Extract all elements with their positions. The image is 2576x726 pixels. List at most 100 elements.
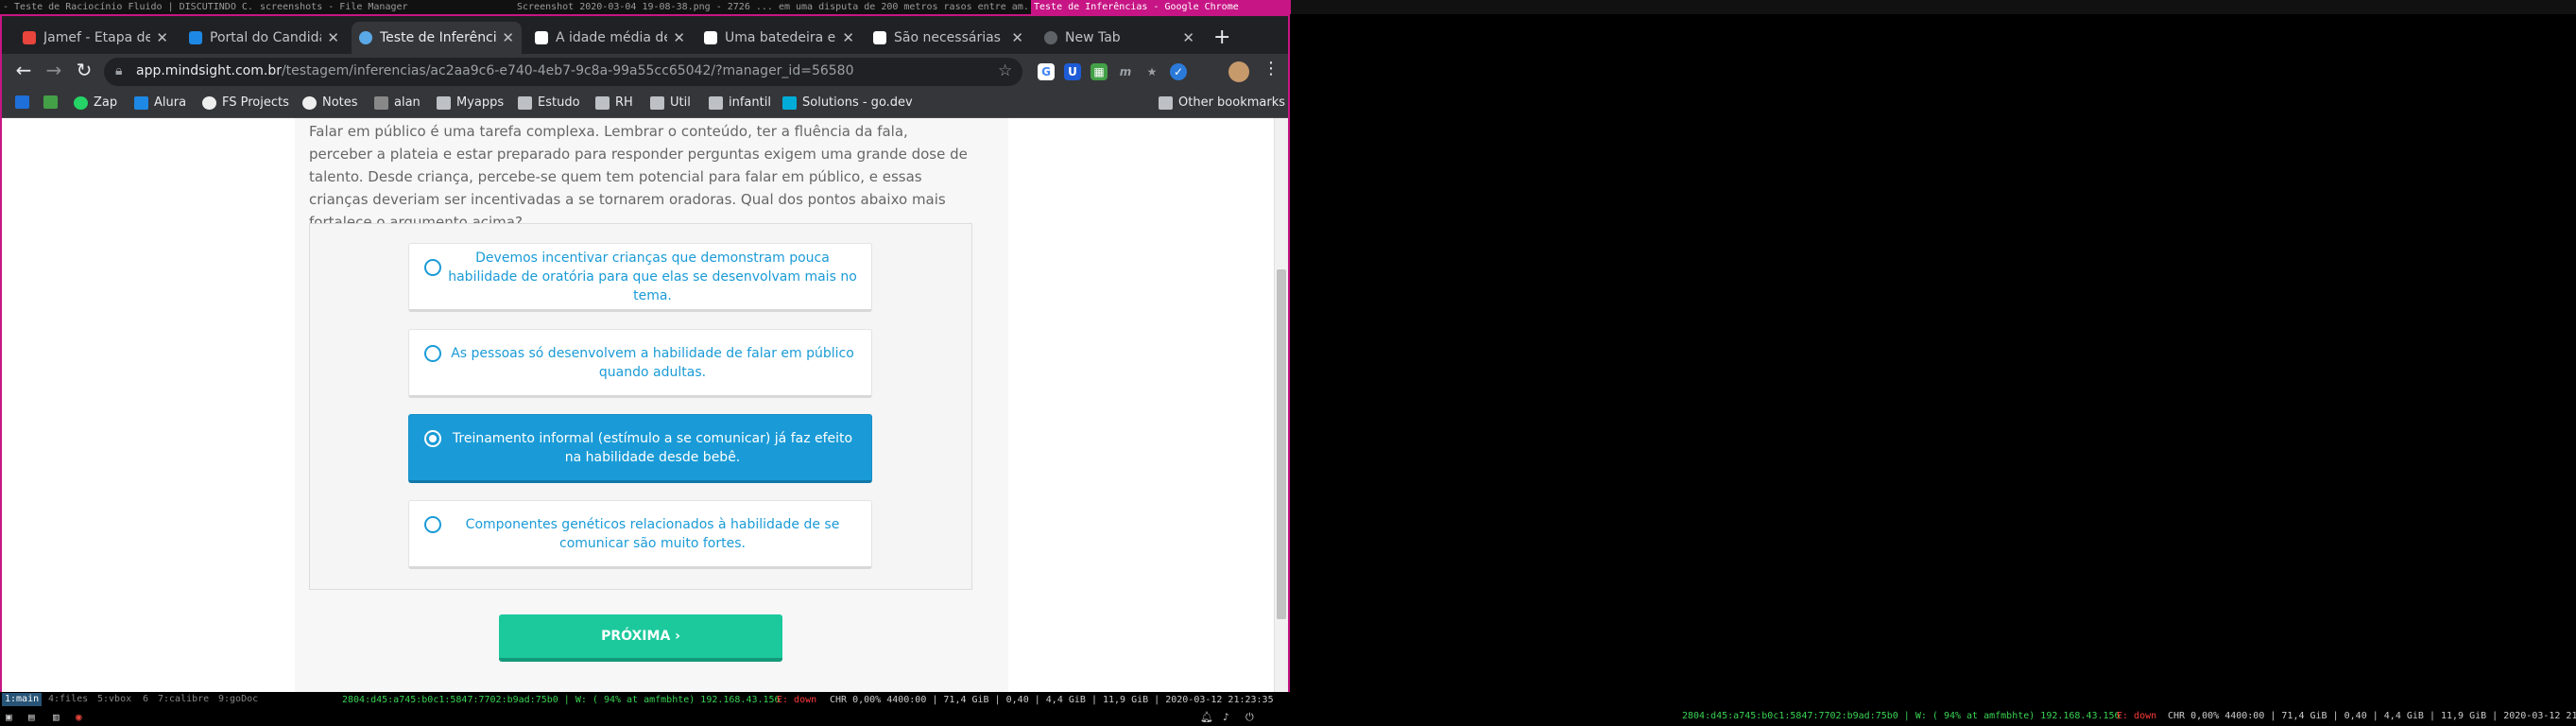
app-launcher-icon[interactable]: ▣	[6, 711, 12, 723]
bookmark-alan[interactable]: alan	[374, 95, 421, 110]
tab-idade-media[interactable]: A idade média de P ✕	[527, 22, 693, 54]
close-icon[interactable]: ✕	[156, 29, 168, 46]
bookmark-notes[interactable]: Notes	[302, 95, 358, 110]
profile-avatar[interactable]	[1228, 61, 1249, 82]
bookmark-folder-rh[interactable]: RH	[595, 95, 633, 110]
tab-new-tab[interactable]: New Tab ✕	[1037, 22, 1202, 54]
status-network-2: 2804:d45:a745:b0c1:5847:7702:b9ad:75b0 |…	[1682, 711, 2121, 721]
vertical-scrollbar[interactable]	[1274, 118, 1288, 692]
tab-title: A idade média de P	[556, 30, 667, 45]
radio-icon[interactable]	[424, 345, 441, 362]
page-favicon-icon	[704, 31, 717, 44]
bookmark-folder-myapps[interactable]: Myapps	[437, 95, 504, 110]
chrome-favicon-icon	[1044, 31, 1057, 44]
question-text: Falar em público é uma tarefa complexa. …	[309, 123, 968, 231]
bookmark-label: Util	[670, 95, 691, 110]
tab-teste-inferencias[interactable]: Teste de Inferências ✕	[352, 22, 522, 54]
close-icon[interactable]: ✕	[1182, 29, 1194, 46]
bookmark-godev[interactable]: Solutions - go.dev	[782, 95, 913, 110]
power-icon[interactable]: ⏻	[1245, 711, 1254, 724]
answer-option-1[interactable]: Devemos incentivar crianças que demonstr…	[408, 243, 872, 312]
radio-icon[interactable]	[424, 516, 441, 533]
volume-icon[interactable]: ♪	[1223, 711, 1229, 723]
portal-favicon-icon	[189, 31, 202, 44]
close-icon[interactable]: ✕	[673, 29, 685, 46]
new-tab-plus-icon[interactable]: +	[1213, 26, 1230, 49]
shield-extension-icon[interactable]: U	[1064, 63, 1081, 80]
workspace-godoc[interactable]: 9:goDoc	[215, 693, 261, 706]
tab-jamef[interactable]: Jamef - Etapa de Te ✕	[15, 22, 176, 54]
status-network: 2804:d45:a745:b0c1:5847:7702:b9ad:75b0 |…	[342, 695, 781, 705]
page-favicon-icon	[535, 31, 548, 44]
bookmark-folder-other[interactable]: Other bookmarks	[1159, 95, 1285, 110]
scrollbar-thumb[interactable]	[1277, 269, 1286, 619]
wm-window-title-2[interactable]: screenshots - File Manager	[257, 0, 512, 14]
tab-batedeira[interactable]: Uma batedeira está ✕	[696, 22, 862, 54]
status-system: CHR 0,00% 4400:00 | 71,4 GiB | 0,40 | 4,…	[830, 695, 1274, 705]
workspace-files[interactable]: 4:files	[45, 693, 91, 706]
status-ethernet-2: E: down	[2117, 711, 2157, 721]
bookmark-label: Alura	[154, 95, 187, 110]
window-manager-top-bar: - Teste de Raciocínio Fluido | DISCUTIND…	[0, 0, 2576, 14]
alan-icon	[374, 95, 388, 110]
whatsapp-icon	[74, 95, 88, 110]
answer-option-3-selected[interactable]: Treinamento informal (estímulo a se comu…	[408, 414, 872, 483]
status-ethernet: E: down	[777, 695, 817, 705]
terminal-icon[interactable]: ▤	[28, 711, 35, 723]
answer-option-text: Componentes genéticos relacionados à hab…	[465, 516, 840, 551]
tabs-extension-icon[interactable]: ▦	[1091, 63, 1108, 80]
close-icon[interactable]: ✕	[1011, 29, 1023, 46]
workspace-calibre[interactable]: 7:calibre	[155, 693, 212, 706]
bookmark-go[interactable]	[43, 95, 63, 109]
close-icon[interactable]: ✕	[327, 29, 339, 46]
tab-title: Portal do Candidat	[210, 30, 322, 45]
workspace-vbox[interactable]: 5:vbox	[94, 693, 134, 706]
url-text[interactable]: app.mindsight.com.br/testagem/inferencia…	[136, 63, 853, 78]
chrome-taskbar-icon[interactable]: ◉	[76, 711, 82, 723]
bookmark-folder-util[interactable]: Util	[650, 95, 691, 110]
back-arrow-icon[interactable]: ←	[11, 59, 36, 81]
notifications-icon[interactable]: 🔔︎	[1200, 711, 1213, 723]
bookmarks-bar: Zap Alura FS Projects Notes alan Myapps …	[2, 90, 1288, 118]
mindsight-favicon-icon	[359, 31, 372, 44]
bookmark-alura[interactable]: Alura	[134, 95, 186, 110]
answer-option-4[interactable]: Componentes genéticos relacionados à hab…	[408, 500, 872, 569]
bookmark-folder-estudo[interactable]: Estudo	[518, 95, 580, 110]
tab-necessarias[interactable]: São necessárias 3.2 ✕	[866, 22, 1031, 54]
close-icon[interactable]: ✕	[842, 29, 854, 46]
wm-window-title-active[interactable]: Teste de Inferências - Google Chrome	[1031, 0, 1291, 14]
bookmark-star-icon[interactable]: ☆	[998, 61, 1012, 80]
options-panel: Devemos incentivar crianças que demonstr…	[309, 223, 972, 590]
file-manager-icon[interactable]: ▥	[53, 711, 60, 723]
chrome-window: Jamef - Etapa de Te ✕ Portal do Candidat…	[0, 14, 1290, 692]
close-icon[interactable]: ✕	[502, 29, 514, 46]
status-system-2: CHR 0,00% 4400:00 | 71,4 GiB | 0,40 | 4,…	[2168, 711, 2576, 721]
workspace-main[interactable]: 1:main	[2, 693, 43, 706]
radio-icon[interactable]	[424, 259, 441, 276]
m-extension-icon[interactable]: m	[1117, 63, 1134, 80]
folder-icon	[595, 95, 610, 110]
folder-icon	[518, 95, 532, 110]
workspace-6[interactable]: 6	[140, 693, 151, 706]
tab-title: Jamef - Etapa de Te	[43, 30, 151, 45]
star-extension-icon[interactable]: ★	[1143, 63, 1160, 80]
lock-icon[interactable]: 🔒︎	[115, 63, 122, 78]
bookmark-ev[interactable]	[15, 95, 35, 109]
bookmark-folder-infantil[interactable]: infantil	[709, 95, 771, 110]
address-bar[interactable]: 🔒︎ app.mindsight.com.br/testagem/inferen…	[104, 58, 1022, 86]
blue-extension-icon[interactable]: ✓	[1170, 63, 1187, 80]
kebab-menu-icon[interactable]: ⋮	[1259, 59, 1283, 78]
tab-title: New Tab	[1065, 30, 1121, 45]
next-button[interactable]: PRÓXIMA ›	[499, 614, 782, 662]
tab-portal-candidato[interactable]: Portal do Candidat ✕	[181, 22, 347, 54]
answer-option-2[interactable]: As pessoas só desenvolvem a habilidade d…	[408, 329, 872, 398]
reload-icon[interactable]: ↻	[72, 59, 96, 81]
bookmark-zap[interactable]: Zap	[74, 95, 117, 110]
folder-icon	[1159, 95, 1173, 110]
google-extension-icon[interactable]: G	[1038, 63, 1055, 80]
wm-window-title-1[interactable]: - Teste de Raciocínio Fluido | DISCUTIND…	[0, 0, 255, 14]
radio-checked-icon[interactable]	[424, 430, 441, 447]
bookmark-fs-projects[interactable]: FS Projects	[202, 95, 289, 110]
forward-arrow-icon[interactable]: →	[42, 59, 66, 81]
wm-window-title-3[interactable]: Screenshot 2020-03-04 19-08-38.png - 272…	[514, 0, 1029, 14]
